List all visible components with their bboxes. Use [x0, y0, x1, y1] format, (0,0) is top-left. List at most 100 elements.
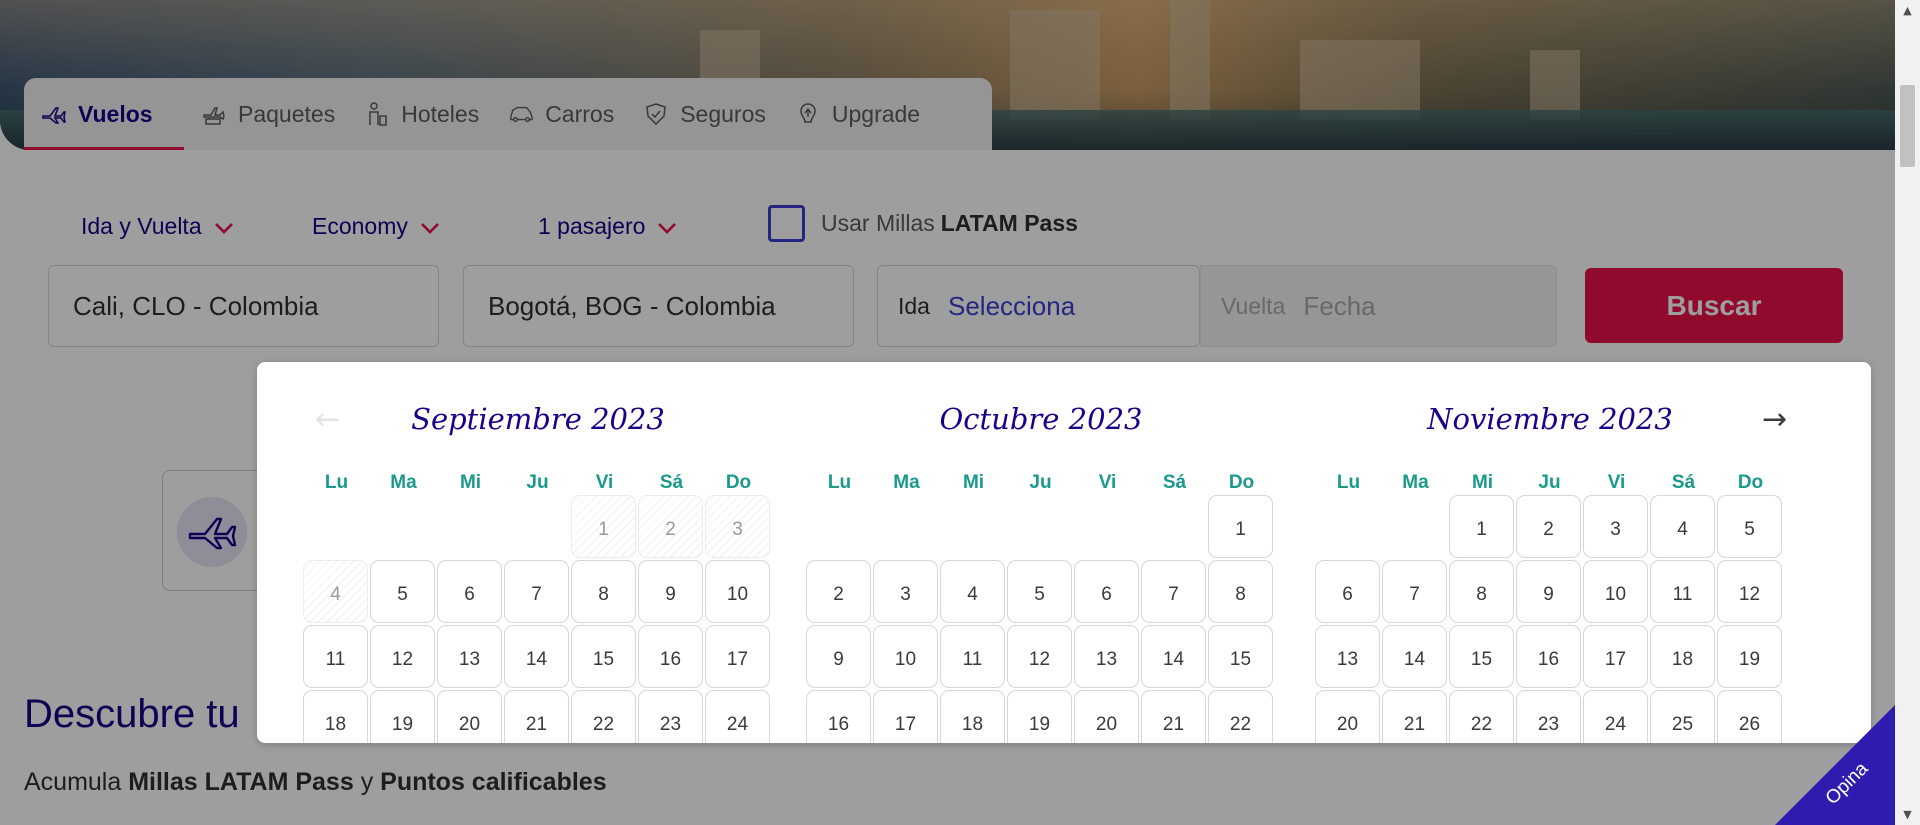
calendar-day[interactable]: 7 — [1382, 560, 1447, 623]
use-miles-option: Usar Millas LATAM Pass — [768, 205, 1078, 242]
use-miles-brand: LATAM Pass — [940, 210, 1078, 236]
tab-vuelos[interactable]: Vuelos — [24, 78, 184, 150]
calendar-day[interactable]: 9 — [806, 625, 871, 688]
calendar-day[interactable]: 1 — [1449, 495, 1514, 558]
calendar-day[interactable]: 2 — [1516, 495, 1581, 558]
calendar-day[interactable]: 12 — [1717, 560, 1782, 623]
calendar-day[interactable]: 25 — [1650, 690, 1715, 743]
calendar-day[interactable]: 11 — [303, 625, 368, 688]
calendar-day[interactable]: 8 — [1449, 560, 1514, 623]
weekday-header: Mi — [962, 472, 985, 493]
calendar-day[interactable]: 14 — [504, 625, 569, 688]
calendar-day[interactable]: 17 — [705, 625, 770, 688]
calendar-day[interactable]: 22 — [571, 690, 636, 743]
tab-carros[interactable]: Carros — [491, 78, 626, 150]
calendar-day[interactable]: 14 — [1382, 625, 1447, 688]
calendar-day[interactable]: 10 — [1583, 560, 1648, 623]
scroll-up-arrow-icon[interactable]: ▲ — [1895, 4, 1920, 17]
calendar-day[interactable]: 13 — [437, 625, 502, 688]
calendar-day[interactable]: 8 — [571, 560, 636, 623]
calendar-day[interactable]: 20 — [1315, 690, 1380, 743]
calendar-day[interactable]: 10 — [705, 560, 770, 623]
calendar-day[interactable]: 12 — [370, 625, 435, 688]
calendar-day[interactable]: 4 — [1650, 495, 1715, 558]
calendar-day[interactable]: 18 — [1650, 625, 1715, 688]
weekday-header: Vi — [1607, 472, 1626, 493]
calendar-day[interactable]: 16 — [638, 625, 703, 688]
calendar-day[interactable]: 22 — [1208, 690, 1273, 743]
calendar-day[interactable]: 16 — [1516, 625, 1581, 688]
calendar-day[interactable]: 3 — [873, 560, 938, 623]
calendar-day[interactable]: 15 — [1449, 625, 1514, 688]
calendar-day[interactable]: 11 — [1650, 560, 1715, 623]
cabin-dropdown[interactable]: Economy — [312, 201, 440, 251]
calendar-day[interactable]: 18 — [303, 690, 368, 743]
calendar-day[interactable]: 8 — [1208, 560, 1273, 623]
calendar-day[interactable]: 15 — [1208, 625, 1273, 688]
tab-upgrade[interactable]: Upgrade — [778, 78, 932, 150]
calendar-day[interactable]: 7 — [504, 560, 569, 623]
calendar-day[interactable]: 16 — [806, 690, 871, 743]
weekday-header: Ma — [1402, 472, 1429, 493]
calendar-day[interactable]: 4 — [940, 560, 1005, 623]
tab-label: Carros — [545, 100, 615, 127]
page-scrollbar[interactable]: ▲ ▼ — [1895, 0, 1920, 825]
calendar-day[interactable]: 12 — [1007, 625, 1072, 688]
calendar-day[interactable]: 18 — [940, 690, 1005, 743]
calendar-day[interactable]: 10 — [873, 625, 938, 688]
calendar-day[interactable]: 9 — [1516, 560, 1581, 623]
use-miles-checkbox[interactable] — [768, 205, 805, 242]
scrollbar-thumb[interactable] — [1900, 85, 1915, 167]
calendar-day[interactable]: 13 — [1315, 625, 1380, 688]
destination-field[interactable]: Bogotá, BOG - Colombia — [463, 265, 854, 347]
calendar-day[interactable]: 19 — [1717, 625, 1782, 688]
calendar-day[interactable]: 6 — [437, 560, 502, 623]
search-button[interactable]: Buscar — [1585, 268, 1843, 343]
scroll-down-arrow-icon[interactable]: ▼ — [1895, 808, 1920, 821]
calendar-day[interactable]: 7 — [1141, 560, 1206, 623]
calendar-day[interactable]: 17 — [1583, 625, 1648, 688]
calendar-day[interactable]: 21 — [1141, 690, 1206, 743]
calendar-day[interactable]: 23 — [1516, 690, 1581, 743]
calendar-day[interactable]: 26 — [1717, 690, 1782, 743]
calendar-day[interactable]: 2 — [806, 560, 871, 623]
calendar-day[interactable]: 1 — [1208, 495, 1273, 558]
weekday-header: Mi — [1471, 472, 1494, 493]
calendar-day[interactable]: 6 — [1315, 560, 1380, 623]
weekday-header: Mi — [459, 472, 482, 493]
calendar-day[interactable]: 9 — [638, 560, 703, 623]
passengers-dropdown[interactable]: 1 pasajero — [538, 201, 677, 251]
calendar-day[interactable]: 15 — [571, 625, 636, 688]
calendar-day[interactable]: 6 — [1074, 560, 1139, 623]
calendar-day[interactable]: 13 — [1074, 625, 1139, 688]
calendar-day[interactable]: 20 — [437, 690, 502, 743]
tab-label: Hoteles — [401, 100, 480, 127]
calendar-day[interactable]: 21 — [1382, 690, 1447, 743]
cabin-label: Economy — [312, 212, 408, 239]
calendar-day[interactable]: 5 — [1717, 495, 1782, 558]
month-title: Septiembre 2023 — [411, 402, 665, 436]
calendar-day[interactable]: 19 — [370, 690, 435, 743]
calendar-day[interactable]: 19 — [1007, 690, 1072, 743]
origin-field[interactable]: Cali, CLO - Colombia — [48, 265, 439, 347]
calendar-day[interactable]: 24 — [705, 690, 770, 743]
calendar-day[interactable]: 17 — [873, 690, 938, 743]
calendar-day[interactable]: 5 — [370, 560, 435, 623]
calendar-day[interactable]: 23 — [638, 690, 703, 743]
weekday-header: Lu — [1336, 472, 1361, 493]
calendar-day[interactable]: 21 — [504, 690, 569, 743]
chevron-down-icon — [214, 213, 234, 240]
calendar-day[interactable]: 5 — [1007, 560, 1072, 623]
calendar-day[interactable]: 11 — [940, 625, 1005, 688]
calendar-day[interactable]: 20 — [1074, 690, 1139, 743]
tab-hoteles[interactable]: Hoteles — [347, 78, 491, 150]
feedback-ribbon[interactable]: Opina — [1775, 705, 1895, 825]
calendar-day[interactable]: 22 — [1449, 690, 1514, 743]
trip-type-dropdown[interactable]: Ida y Vuelta — [81, 201, 234, 251]
calendar-day[interactable]: 14 — [1141, 625, 1206, 688]
tab-seguros[interactable]: Seguros — [626, 78, 778, 150]
departure-date-field[interactable]: Ida Selecciona — [877, 265, 1200, 347]
calendar-day[interactable]: 3 — [1583, 495, 1648, 558]
calendar-day[interactable]: 24 — [1583, 690, 1648, 743]
tab-paquetes[interactable]: Paquetes — [184, 78, 347, 150]
